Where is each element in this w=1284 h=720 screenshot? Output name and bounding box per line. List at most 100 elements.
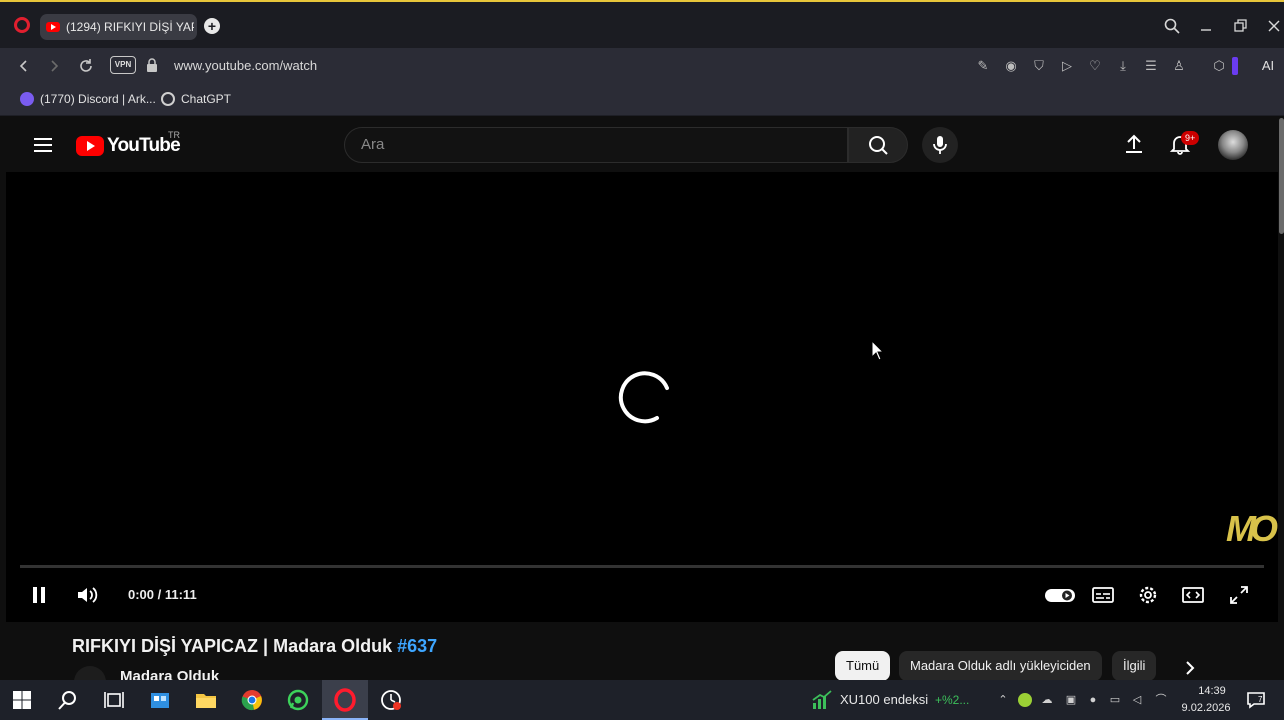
search-input[interactable]: Ara [344, 127, 848, 163]
restore-icon[interactable] [1230, 16, 1250, 36]
video-title-text: RIFKIYI DİŞİ YAPICAZ | Madara Olduk [72, 636, 398, 656]
voice-search-button[interactable] [922, 127, 958, 163]
chip-label: Tümü [846, 658, 880, 673]
address-bar-row: VPN www.youtube.com/watch ✎ ◉ ⛉ ▷ ♡ ⤓ ☰ … [0, 48, 1284, 84]
ai-button[interactable]: AI [1254, 57, 1282, 75]
search-button[interactable] [848, 127, 908, 163]
wifi-icon[interactable]: ⌒ [1154, 693, 1168, 707]
chip-from-uploader[interactable]: Madara Olduk adlı yükleyiciden [899, 651, 1102, 681]
watermark-text: MO [1226, 508, 1278, 549]
windows-start-icon[interactable] [10, 688, 34, 712]
browser-tab-active[interactable]: (1294) RIFKIYI DİŞİ YAPICAZ [40, 14, 197, 40]
microphone-tray-icon[interactable]: ● [1086, 693, 1100, 707]
bookmark-chatgpt[interactable]: ChatGPT [161, 92, 231, 106]
youtube-header: YouTube TR Ara 9+ [6, 116, 1284, 172]
upload-icon[interactable] [1122, 132, 1146, 156]
search-icon[interactable] [56, 688, 80, 712]
youtube-favicon-icon [46, 22, 60, 32]
bookmark-discord[interactable]: (1770) Discord | Ark... [20, 92, 156, 106]
task-view-icon[interactable] [102, 688, 126, 712]
volume-icon[interactable] [74, 582, 100, 608]
video-hashtag[interactable]: #637 [397, 636, 437, 656]
svg-text:7: 7 [1258, 695, 1263, 704]
microphone-icon [933, 136, 947, 154]
subtitles-icon[interactable] [1090, 582, 1116, 608]
cloud-icon[interactable]: ☁ [1040, 693, 1054, 707]
video-player[interactable]: MO 0:00 / 11:11 [6, 172, 1278, 622]
stock-chart-icon[interactable] [810, 688, 834, 712]
shield-icon[interactable]: ⛉ [1030, 57, 1048, 75]
cube-icon[interactable]: ⬡ [1210, 57, 1228, 75]
progress-bar[interactable] [20, 565, 1264, 568]
autoplay-toggle-icon[interactable] [1044, 582, 1076, 608]
youtube-play-logo-icon [76, 136, 104, 156]
edit-icon[interactable]: ✎ [974, 57, 992, 75]
search-tabs-icon[interactable] [1162, 16, 1182, 36]
youtube-logo[interactable]: YouTube [76, 135, 181, 157]
back-icon[interactable] [14, 56, 34, 76]
user-avatar[interactable] [1218, 130, 1248, 160]
profile-icon[interactable]: ♙ [1170, 57, 1188, 75]
pause-icon[interactable] [26, 582, 52, 608]
file-explorer-icon[interactable] [194, 688, 218, 712]
forward-icon[interactable] [44, 56, 64, 76]
video-info-area: RIFKIYI DİŞİ YAPICAZ | Madara Olduk #637… [0, 622, 1284, 698]
tray-app-icon[interactable] [1018, 693, 1032, 707]
download-icon[interactable]: ⤓ [1114, 57, 1132, 75]
notification-center-icon[interactable]: 7 [1244, 688, 1268, 712]
lock-icon[interactable] [147, 58, 157, 72]
chip-label: Madara Olduk adlı yükleyiciden [910, 658, 1091, 673]
stock-ticker-value: +%2... [935, 693, 970, 707]
hamburger-menu-icon[interactable] [34, 138, 52, 152]
chrome-icon[interactable] [240, 688, 264, 712]
sidebar-indicator [1232, 57, 1238, 75]
tab-title: (1294) RIFKIYI DİŞİ YAPICAZ [66, 20, 194, 34]
store-app-icon[interactable] [148, 688, 172, 712]
clock-time[interactable]: 14:39 [1190, 685, 1234, 697]
recorder-app-icon[interactable] [379, 688, 403, 712]
notification-badge: 9+ [1181, 131, 1200, 145]
clock-date[interactable]: 9.02.2026 [1176, 702, 1236, 714]
page-scrollbar[interactable] [1279, 118, 1284, 234]
chip-label: İlgili [1123, 658, 1146, 673]
reload-icon[interactable] [76, 56, 96, 76]
camera-icon[interactable]: ◉ [1002, 57, 1020, 75]
mouse-cursor-icon [871, 340, 885, 361]
new-tab-button[interactable]: + [204, 18, 220, 34]
bookmark-label: ChatGPT [181, 92, 232, 106]
bookmarks-bar: (1770) Discord | Ark... ChatGPT [0, 84, 1284, 116]
close-icon[interactable] [1264, 16, 1284, 36]
fullscreen-icon[interactable] [1226, 582, 1252, 608]
heart-icon[interactable]: ♡ [1086, 57, 1104, 75]
channel-watermark[interactable]: MO [1226, 508, 1278, 550]
search-placeholder: Ara [361, 136, 385, 153]
chevron-right-icon[interactable] [1180, 658, 1200, 678]
region-code: TR [168, 130, 180, 140]
url-text[interactable]: www.youtube.com/watch [174, 58, 317, 73]
discord-icon [20, 92, 34, 106]
tray-tool-icon[interactable]: ▣ [1064, 693, 1078, 707]
ai-label: AI [1261, 58, 1275, 73]
vpn-badge[interactable]: VPN [110, 56, 136, 74]
loading-spinner-icon [618, 371, 669, 424]
chip-related[interactable]: İlgili [1112, 651, 1157, 681]
opera-browser-icon[interactable] [333, 688, 357, 712]
menu-lines-icon[interactable]: ☰ [1142, 57, 1160, 75]
whatsapp-icon[interactable] [286, 688, 310, 712]
chip-all[interactable]: Tümü [835, 651, 891, 681]
browser-title-bar: (1294) RIFKIYI DİŞİ YAPICAZ + [0, 0, 1284, 48]
play-icon[interactable]: ▷ [1058, 57, 1076, 75]
time-display: 0:00 / 11:11 [128, 587, 197, 602]
opera-logo-icon[interactable] [14, 17, 30, 33]
chatgpt-icon [161, 92, 175, 106]
video-title: RIFKIYI DİŞİ YAPICAZ | Madara Olduk #637 [72, 636, 437, 657]
stock-ticker-name[interactable]: XU100 endeksi [840, 692, 928, 707]
minimize-icon[interactable] [1196, 16, 1216, 36]
speaker-icon[interactable]: ◁ [1130, 693, 1144, 707]
battery-icon[interactable]: ▭ [1108, 693, 1122, 707]
tray-expand-icon[interactable]: ⌃ [996, 693, 1010, 707]
windows-taskbar: XU100 endeksi +%2... ⌃ ☁ ▣ ● ▭ ◁ ⌒ 14:39… [0, 680, 1284, 720]
theater-mode-icon[interactable] [1180, 582, 1206, 608]
settings-gear-icon[interactable] [1135, 582, 1161, 608]
search-icon [869, 136, 888, 155]
